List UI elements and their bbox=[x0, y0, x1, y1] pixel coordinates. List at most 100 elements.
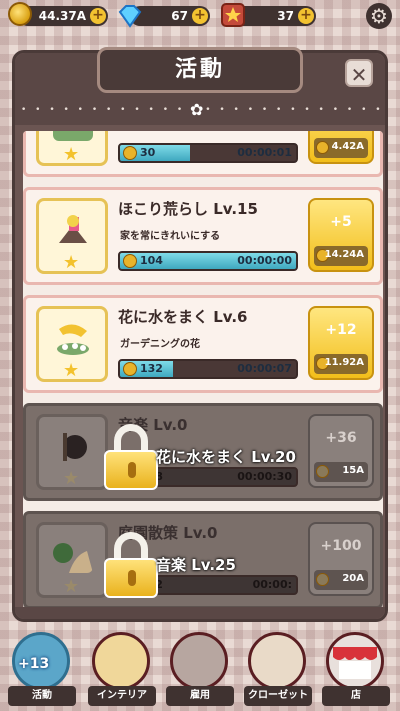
add-coins-icon[interactable]: + bbox=[90, 8, 106, 24]
upgrade-gain: +12 bbox=[325, 322, 357, 338]
bottom-navigation: +13 活動 インテリア 雇用 クローゼット 店 bbox=[0, 626, 400, 711]
activity-name: ほこり荒らし Lv.15 bbox=[118, 200, 258, 218]
close-button[interactable]: ✕ bbox=[345, 59, 373, 87]
padlock-icon bbox=[104, 532, 158, 598]
coin-icon bbox=[8, 2, 32, 26]
closet-icon bbox=[248, 632, 306, 690]
activity-card-locked: ★ 音楽 Lv.0 198 00:00:30 +36 15A 花に水をまく Lv… bbox=[23, 403, 383, 501]
activity-list[interactable]: ★ 30 00:00:01 4.42A ★ ほこり荒らし Lv.15 家を常にき… bbox=[23, 131, 383, 609]
nav-shop[interactable]: 店 bbox=[320, 630, 392, 708]
upgrade-gain: +36 bbox=[325, 430, 357, 446]
activity-thumbnail: ★ bbox=[36, 414, 108, 490]
duster-illustration bbox=[59, 215, 87, 243]
upgrade-button-disabled: +36 15A bbox=[308, 414, 374, 488]
music-illustration bbox=[63, 433, 87, 461]
activity-count: 132 bbox=[140, 362, 163, 375]
star-icon: ★ bbox=[63, 252, 80, 273]
upgrade-button[interactable]: 4.42A bbox=[308, 131, 374, 164]
add-tickets-icon[interactable]: + bbox=[298, 8, 314, 24]
panel-header: 活動 ✕ • • • • • • • • • • • • • • • • • •… bbox=[15, 47, 385, 125]
upgrade-button-disabled: +100 20A bbox=[308, 522, 374, 596]
coin-icon bbox=[316, 465, 329, 478]
activity-name: 花に水をまく Lv.6 bbox=[118, 308, 248, 326]
panel-title: 活動 bbox=[174, 57, 225, 82]
activity-timer: 00:00: bbox=[252, 578, 292, 591]
title-plate: 活動 bbox=[97, 47, 303, 93]
star-icon: ★ bbox=[63, 144, 80, 165]
activity-timer: 00:00:01 bbox=[237, 146, 292, 159]
upgrade-button[interactable]: +12 11.92A bbox=[308, 306, 374, 380]
upgrade-cost: 15A bbox=[314, 462, 368, 482]
interior-sofa-icon bbox=[92, 632, 150, 690]
upgrade-gain: +5 bbox=[330, 214, 352, 230]
star-ticket-icon bbox=[221, 3, 245, 27]
activity-progress-bar: 132 00:00:07 bbox=[118, 359, 298, 379]
activity-timer: 00:00:00 bbox=[237, 254, 292, 267]
upgrade-button[interactable]: +5 14.24A bbox=[308, 198, 374, 272]
nav-closet[interactable]: クローゼット bbox=[242, 630, 314, 708]
coin-icon bbox=[123, 362, 137, 376]
watering-can-illustration bbox=[57, 324, 89, 355]
activities-panel: 活動 ✕ • • • • • • • • • • • • • • • • • •… bbox=[12, 47, 388, 622]
flower-ornament-icon: ✿ bbox=[190, 100, 204, 119]
nav-label: インテリア bbox=[88, 686, 156, 706]
upgrade-cost-value: 14.24A bbox=[324, 249, 364, 260]
star-icon: ★ bbox=[63, 576, 80, 597]
padlock-icon bbox=[104, 424, 158, 490]
nav-label: 活動 bbox=[8, 686, 76, 706]
activity-thumbnail: ★ bbox=[36, 522, 108, 598]
star-icon: ★ bbox=[63, 468, 80, 489]
coin-icon bbox=[123, 146, 137, 160]
activity-card: ★ ほこり荒らし Lv.15 家を常にきれいにする 104 00:00:00 +… bbox=[23, 187, 383, 285]
nav-label: 雇用 bbox=[166, 686, 234, 706]
unlock-requirement: 花に水をまく Lv.20 bbox=[156, 448, 296, 466]
upgrade-cost: 11.92A bbox=[314, 354, 368, 374]
upgrade-cost-value: 20A bbox=[342, 573, 364, 584]
activity-card: ★ 花に水をまく Lv.6 ガーデニングの花 132 00:00:07 +12 … bbox=[23, 295, 383, 393]
activity-thumbnail: ★ bbox=[36, 306, 108, 382]
coin-icon bbox=[123, 254, 137, 268]
activities-badge: +13 bbox=[18, 656, 50, 672]
upgrade-cost: 20A bbox=[314, 570, 368, 590]
nav-hire[interactable]: 雇用 bbox=[164, 630, 236, 708]
coin-amount: 44.37A bbox=[38, 9, 86, 23]
activity-card-locked: ★ 庭園散策 Lv.0 552 00:00: +100 20A 音楽 Lv.25 bbox=[23, 511, 383, 609]
upgrade-cost: 14.24A bbox=[314, 246, 368, 266]
upgrade-cost-value: 15A bbox=[342, 465, 364, 476]
activity-timer: 00:00:07 bbox=[237, 362, 292, 375]
star-icon: ★ bbox=[63, 360, 80, 381]
nav-label: クローゼット bbox=[244, 686, 312, 706]
diamond-icon bbox=[118, 5, 142, 28]
shop-awning-icon bbox=[326, 632, 384, 690]
activity-description: ガーデニングの花 bbox=[120, 339, 200, 350]
nav-interior[interactable]: インテリア bbox=[86, 630, 158, 708]
upgrade-cost: 4.42A bbox=[314, 138, 368, 158]
nav-label: 店 bbox=[322, 686, 390, 706]
close-icon: ✕ bbox=[350, 63, 368, 87]
activity-card: ★ 30 00:00:01 4.42A bbox=[23, 131, 383, 177]
nav-activities[interactable]: +13 活動 bbox=[6, 630, 78, 708]
upgrade-cost-value: 4.42A bbox=[331, 141, 364, 152]
unlock-requirement: 音楽 Lv.25 bbox=[156, 556, 236, 574]
activity-timer: 00:00:30 bbox=[237, 470, 292, 483]
activity-count: 104 bbox=[140, 254, 163, 267]
activity-description: 家を常にきれいにする bbox=[120, 231, 221, 242]
butler-icon bbox=[170, 632, 228, 690]
upgrade-gain: +100 bbox=[320, 538, 362, 554]
upgrade-cost-value: 11.92A bbox=[324, 357, 364, 368]
add-gems-icon[interactable]: + bbox=[192, 8, 208, 24]
activity-progress-bar: 30 00:00:01 bbox=[118, 143, 298, 163]
coin-icon bbox=[316, 573, 329, 586]
coin-icon bbox=[316, 141, 329, 154]
activity-thumbnail: ★ bbox=[36, 198, 108, 274]
garden-walk-illustration bbox=[53, 543, 93, 573]
settings-gear-icon[interactable]: ⚙ bbox=[366, 3, 392, 29]
activity-thumbnail: ★ bbox=[36, 131, 108, 166]
panel-footer bbox=[15, 607, 385, 619]
resource-bar: 44.37A + 67 + 37 + ⚙ bbox=[0, 0, 400, 32]
activity-progress-bar: 104 00:00:00 bbox=[118, 251, 298, 271]
ticket-amount: 37 bbox=[277, 9, 294, 23]
gem-amount: 67 bbox=[171, 9, 188, 23]
activity-illustration bbox=[53, 131, 93, 141]
activity-count: 30 bbox=[140, 146, 156, 159]
